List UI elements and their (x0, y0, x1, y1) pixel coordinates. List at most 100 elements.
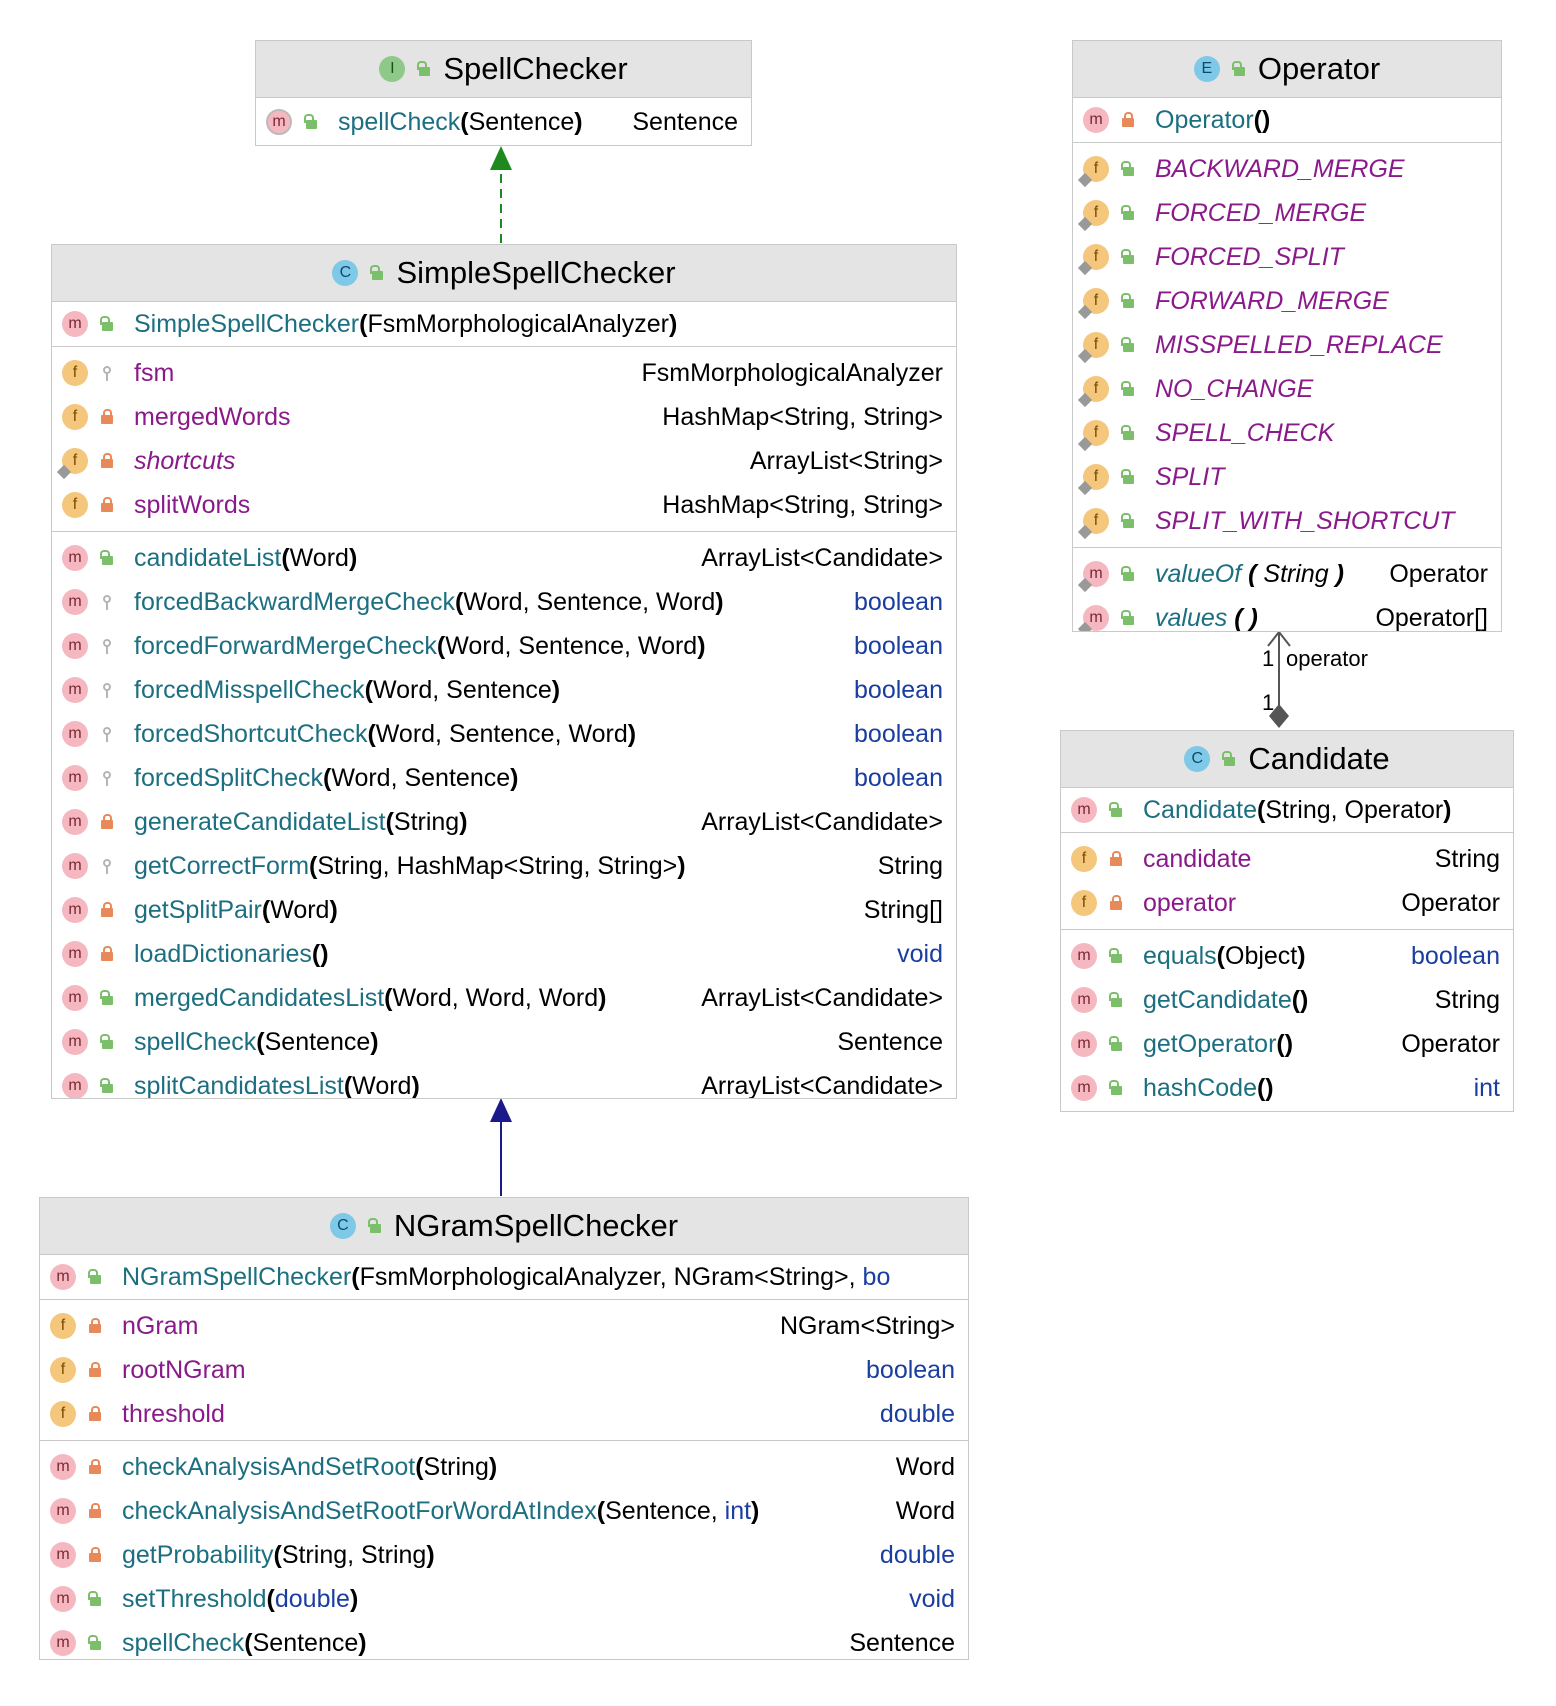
method-row[interactable]: m forcedShortcutCheck(Word, Sentence, Wo… (52, 712, 956, 756)
constructor-name: SimpleSpellChecker (134, 309, 360, 338)
constructor-name: Operator (1155, 105, 1254, 134)
field-row[interactable]: f nGram NGram<String> (40, 1304, 968, 1348)
public-icon (1121, 161, 1135, 177)
realization-arrowhead (490, 146, 512, 170)
public-icon (88, 1635, 102, 1651)
enum-constant-row[interactable]: f SPLIT (1073, 455, 1501, 499)
enum-constant-row[interactable]: f MISSPELLED_REPLACE (1073, 323, 1501, 367)
field-row[interactable]: f shortcuts ArrayList<String> (52, 439, 956, 483)
class-box-simplespellchecker[interactable]: C SimpleSpellChecker m SimpleSpellChecke… (51, 244, 957, 1099)
method-row[interactable]: m getCorrectForm(String, HashMap<String,… (52, 844, 956, 888)
method-row[interactable]: m getOperator() Operator (1061, 1022, 1513, 1066)
method-row[interactable]: m checkAnalysisAndSetRootForWordAtIndex(… (40, 1489, 968, 1533)
field-row[interactable]: f threshold double (40, 1392, 968, 1436)
method-return-type: Sentence (632, 107, 738, 136)
method-row[interactable]: m getProbability(String, String) double (40, 1533, 968, 1577)
class-box-candidate[interactable]: C Candidate m Candidate(String, Operator… (1060, 730, 1514, 1112)
field-row[interactable]: f splitWords HashMap<String, String> (52, 483, 956, 527)
method-row[interactable]: m valueOf ( String ) Operator (1073, 552, 1501, 596)
method-name: setThreshold (122, 1584, 267, 1613)
enum-constant: NO_CHANGE (1155, 374, 1314, 403)
method-row[interactable]: m generateCandidateList(String) ArrayLis… (52, 800, 956, 844)
method-row[interactable]: m forcedBackwardMergeCheck(Word, Sentenc… (52, 580, 956, 624)
class-box-operator[interactable]: E Operator m Operator() f BACKWARD_MERGE … (1072, 40, 1502, 632)
method-return-type: ArrayList<Candidate> (701, 983, 943, 1012)
constructor-row[interactable]: m Operator() (1073, 98, 1501, 142)
class-name: NGramSpellChecker (393, 1208, 679, 1243)
method-return-type: boolean (854, 587, 943, 616)
enum-constant-row[interactable]: f SPLIT_WITH_SHORTCUT (1073, 499, 1501, 543)
field-row[interactable]: f rootNGram boolean (40, 1348, 968, 1392)
field-icon: f (50, 1357, 76, 1383)
interface-icon: I (379, 56, 406, 82)
constructor-row[interactable]: m SimpleSpellChecker(FsmMorphologicalAna… (52, 302, 956, 346)
field-row[interactable]: f mergedWords HashMap<String, String> (52, 395, 956, 439)
public-icon (100, 550, 114, 566)
enum-constant-row[interactable]: f FORWARD_MERGE (1073, 279, 1501, 323)
method-icon: m (62, 311, 88, 337)
method-row[interactable]: m forcedForwardMergeCheck(Word, Sentence… (52, 624, 956, 668)
method-row[interactable]: m checkAnalysisAndSetRoot(String) Word (40, 1445, 968, 1489)
method-row[interactable]: m mergedCandidatesList(Word, Word, Word)… (52, 976, 956, 1020)
method-icon: m (62, 677, 88, 703)
field-name: rootNGram (122, 1355, 246, 1384)
public-icon (1121, 293, 1135, 309)
class-header: I SpellChecker (256, 41, 751, 98)
enum-constant: FORCED_MERGE (1155, 198, 1367, 227)
method-icon: m (62, 721, 88, 747)
enum-constant: FORWARD_MERGE (1155, 286, 1389, 315)
method-return-type: ArrayList<Candidate> (701, 1071, 943, 1099)
association-role-label: operator (1286, 646, 1368, 671)
public-icon (100, 1078, 114, 1094)
class-name: Operator (1257, 51, 1381, 86)
enum-constants-section: f BACKWARD_MERGE f FORCED_MERGE f FORCED_SP… (1073, 143, 1501, 548)
constructors-section: m Operator() (1073, 98, 1501, 143)
enum-constant-row[interactable]: f NO_CHANGE (1073, 367, 1501, 411)
package-private-icon (100, 770, 114, 786)
class-name: Candidate (1248, 741, 1390, 776)
method-row[interactable]: m spellCheck(Sentence) Sentence (40, 1621, 968, 1659)
field-row[interactable]: f fsm FsmMorphologicalAnalyzer (52, 351, 956, 395)
class-box-spellchecker[interactable]: I SpellChecker m spellCheck(Sentence) Se… (255, 40, 752, 146)
package-private-icon (100, 365, 114, 381)
constructor-row[interactable]: m NGramSpellChecker(FsmMorphologicalAnal… (40, 1255, 968, 1299)
enum-constant-row[interactable]: f FORCED_MERGE (1073, 191, 1501, 235)
constructor-row[interactable]: m Candidate(String, Operator) (1061, 788, 1513, 832)
method-row[interactable]: m spellCheck(Sentence) Sentence (52, 1020, 956, 1064)
field-row[interactable]: f operator Operator (1061, 881, 1513, 925)
method-row[interactable]: m hashCode() int (1061, 1066, 1513, 1110)
method-icon: m (62, 897, 88, 923)
enum-constant-row[interactable]: f SPELL_CHECK (1073, 411, 1501, 455)
method-row[interactable]: m getSplitPair(Word) String[] (52, 888, 956, 932)
method-row[interactable]: m splitCandidatesList(Word) ArrayList<Ca… (52, 1064, 956, 1099)
fields-section: f nGram NGram<String> f rootNGram boolea… (40, 1300, 968, 1441)
method-row[interactable]: m values ( ) Operator[] (1073, 596, 1501, 631)
class-box-ngramspellchecker[interactable]: C NGramSpellChecker m NGramSpellChecker(… (39, 1197, 969, 1660)
method-return-type: Sentence (849, 1628, 955, 1657)
enum-constant-row[interactable]: f BACKWARD_MERGE (1073, 147, 1501, 191)
method-row[interactable]: m candidateList(Word) ArrayList<Candidat… (52, 536, 956, 580)
method-row[interactable]: m getCandidate() String (1061, 978, 1513, 1022)
method-params: Sentence (468, 107, 575, 136)
public-icon (88, 1591, 102, 1607)
field-row[interactable]: f candidate String (1061, 837, 1513, 881)
method-name: getCorrectForm (134, 851, 310, 880)
method-row[interactable]: m forcedSplitCheck(Word, Sentence) boole… (52, 756, 956, 800)
field-type: FsmMorphologicalAnalyzer (641, 358, 943, 387)
method-row[interactable]: m spellCheck(Sentence) Sentence (256, 102, 751, 142)
method-row[interactable]: m setThreshold(double) void (40, 1577, 968, 1621)
package-private-icon (100, 858, 114, 874)
method-row[interactable]: m forcedMisspellCheck(Word, Sentence) bo… (52, 668, 956, 712)
method-name: candidateList (134, 543, 282, 572)
private-icon (1109, 851, 1123, 867)
field-type: double (879, 1399, 955, 1428)
method-return-type: boolean (854, 719, 943, 748)
class-icon: C (332, 260, 359, 286)
method-row[interactable]: m equals(Object) boolean (1061, 934, 1513, 978)
method-icon: m (62, 985, 88, 1011)
enum-constant-row[interactable]: f FORCED_SPLIT (1073, 235, 1501, 279)
method-icon: m (50, 1454, 76, 1480)
method-params: String (393, 807, 460, 836)
method-row[interactable]: m loadDictionaries() void (52, 932, 956, 976)
method-name: hashCode (1143, 1073, 1257, 1102)
